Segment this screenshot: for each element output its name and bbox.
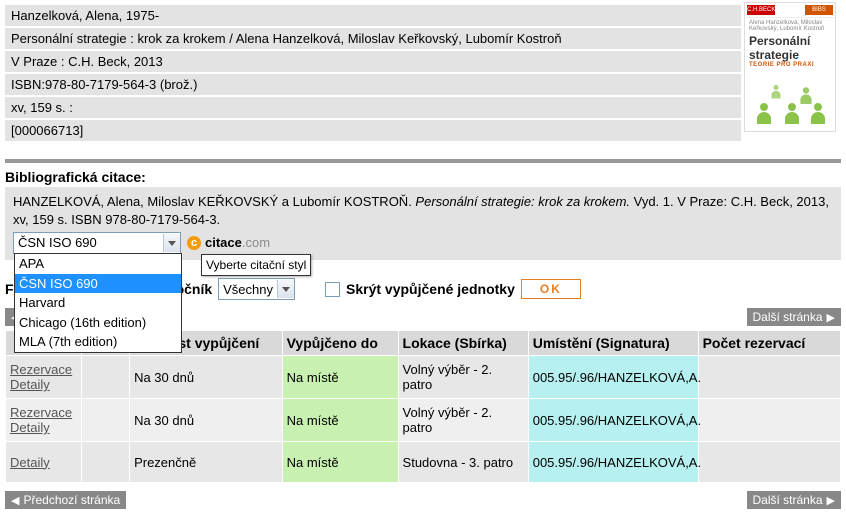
citation-style-option-harvard[interactable]: Harvard — [15, 293, 181, 313]
cell-lokace: Volný výběr - 2. patro — [398, 356, 528, 399]
cell-vypujceno: Na místě — [282, 442, 398, 483]
cell-lokace: Volný výběr - 2. patro — [398, 399, 528, 442]
filter-year-select[interactable]: Všechny — [218, 278, 295, 300]
citation-heading: Bibliografická citace: — [5, 169, 841, 185]
hide-borrowed-checkbox[interactable] — [325, 282, 340, 297]
citation-style-option-chicago[interactable]: Chicago (16th edition) — [15, 313, 181, 333]
details-link[interactable]: Detaily — [10, 455, 50, 470]
cell-popis — [82, 356, 130, 399]
chevron-down-icon — [163, 234, 180, 252]
col-lokace: Lokace (Sbírka) — [398, 331, 528, 356]
cell-popis — [82, 399, 130, 442]
next-page-button[interactable]: Další stránka ▶ — [747, 308, 842, 326]
ok-button[interactable]: OK — [521, 279, 581, 299]
chevron-right-icon: ▶ — [827, 494, 835, 507]
citation-style-select[interactable]: ČSN ISO 690 APA ČSN ISO 690 Harvard Chic… — [13, 232, 181, 254]
citace-logo-icon: c — [187, 236, 201, 250]
holdings-table: Popis Možnost vypůjčení Vypůjčeno do Lok… — [5, 330, 841, 483]
table-row: Rezervace Detaily Na 30 dnů Na místě Vol… — [6, 399, 841, 442]
cell-rezervace — [698, 399, 840, 442]
chevron-right-icon: ▶ — [827, 311, 835, 324]
citation-text: HANZELKOVÁ, Alena, Miloslav KEŘKOVSKÝ a … — [13, 193, 833, 228]
publisher-logo-bibs: BIBS — [805, 5, 833, 15]
cell-moznost: Na 30 dnů — [130, 356, 283, 399]
citation-style-option-csn[interactable]: ČSN ISO 690 — [15, 274, 181, 294]
citation-box: HANZELKOVÁ, Alena, Miloslav KEŘKOVSKÝ a … — [5, 187, 841, 260]
cell-rezervace — [698, 356, 840, 399]
divider — [5, 159, 841, 163]
table-row: Rezervace Detaily Na 30 dnů Na místě Vol… — [6, 356, 841, 399]
biblio-sysno: [000066713] — [5, 120, 741, 141]
biblio-imprint: V Praze : C.H. Beck, 2013 — [5, 51, 741, 72]
col-umisteni: Umístění (Signatura) — [528, 331, 698, 356]
details-link[interactable]: Detaily — [10, 377, 50, 392]
citation-style-value: ČSN ISO 690 — [14, 234, 163, 252]
citation-style-option-apa[interactable]: APA — [15, 254, 181, 274]
biblio-author: Hanzelková, Alena, 1975- — [5, 5, 741, 26]
cover-title: Personální strategie — [745, 34, 835, 62]
biblio-physical: xv, 159 s. : — [5, 97, 741, 118]
table-row: Detaily Prezenčně Na místě Studovna - 3.… — [6, 442, 841, 483]
reservation-link[interactable]: Rezervace — [10, 405, 72, 420]
filter-leading-letter: F — [5, 281, 14, 297]
hide-borrowed-label: Skrýt vypůjčené jednotky — [346, 281, 515, 297]
publisher-logo-beck: C.H.BECK — [747, 5, 775, 15]
citace-brand-link[interactable]: c citace.com — [187, 234, 270, 252]
cell-vypujceno: Na místě — [282, 356, 398, 399]
next-page-button[interactable]: Další stránka ▶ — [747, 491, 842, 509]
col-rezervace: Počet rezervací — [698, 331, 840, 356]
details-link[interactable]: Detaily — [10, 420, 50, 435]
citation-style-dropdown: APA ČSN ISO 690 Harvard Chicago (16th ed… — [14, 253, 182, 353]
chevron-left-icon: ◀ — [11, 494, 19, 507]
citation-style-option-mla[interactable]: MLA (7th edition) — [15, 332, 181, 352]
cell-moznost: Prezenčně — [130, 442, 283, 483]
biblio-isbn: ISBN:978-80-7179-564-3 (brož.) — [5, 74, 741, 95]
book-cover: C.H.BECK BIBS Alena Hanzelková, Miloslav… — [744, 2, 836, 132]
cell-moznost: Na 30 dnů — [130, 399, 283, 442]
cell-vypujceno: Na místě — [282, 399, 398, 442]
cover-authors: Alena Hanzelková, Miloslav Keřkovský, Lu… — [745, 18, 835, 34]
reservation-link[interactable]: Rezervace — [10, 362, 72, 377]
cell-umisteni: 005.95/.96/HANZELKOVÁ,A. — [528, 399, 698, 442]
prev-page-button[interactable]: ◀ Předchozí stránka — [5, 491, 126, 509]
biblio-title: Personální strategie : krok za krokem / … — [5, 28, 741, 49]
cell-popis — [82, 442, 130, 483]
citation-style-tooltip: Vyberte citační styl — [201, 254, 311, 276]
cell-lokace: Studovna - 3. patro — [398, 442, 528, 483]
cell-rezervace — [698, 442, 840, 483]
cell-umisteni: 005.95/.96/HANZELKOVÁ,A. — [528, 356, 698, 399]
col-vypujceno: Vypůjčeno do — [282, 331, 398, 356]
cell-umisteni: 005.95/.96/HANZELKOVÁ,A. — [528, 442, 698, 483]
chevron-down-icon — [277, 280, 294, 298]
